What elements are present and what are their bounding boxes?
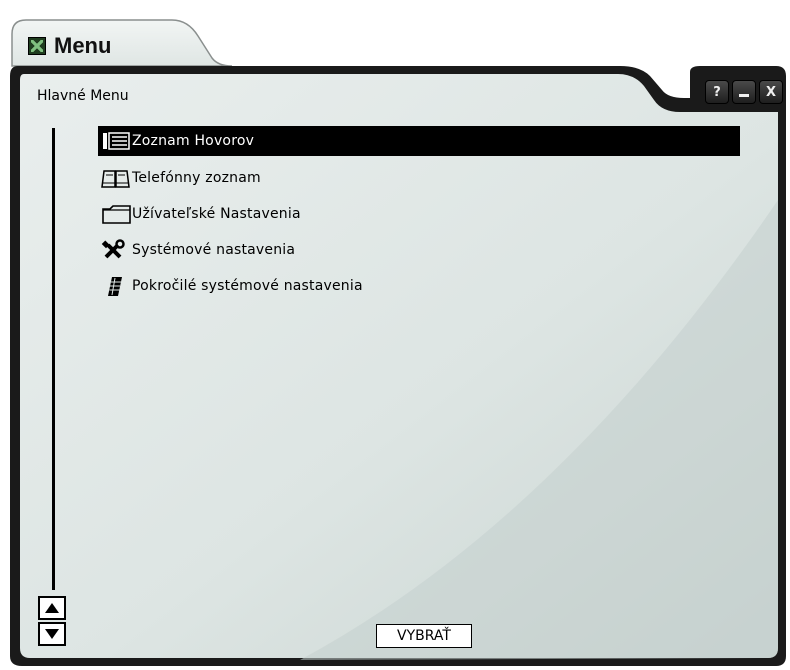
menu-item-call-list[interactable]: Zoznam Hovorov (98, 126, 740, 156)
menu-item-label: Pokročilé systémové nastavenia (132, 278, 363, 294)
menu-item-label: Telefónny zoznam (132, 170, 261, 186)
minimize-icon (739, 94, 749, 97)
menu-item-user-settings[interactable]: Užívateľské Nastavenia (98, 200, 740, 228)
menu-item-phonebook[interactable]: Telefónny zoznam (98, 164, 740, 192)
window-title: Menu (54, 33, 112, 58)
close-icon: X (765, 84, 777, 100)
menu-item-label: Zoznam Hovorov (132, 133, 255, 149)
phonebook-icon (100, 167, 132, 189)
menu-item-system-settings[interactable]: Systémové nastavenia (98, 236, 740, 264)
help-icon: ? (713, 84, 721, 100)
call-list-icon (100, 130, 132, 152)
minimize-button[interactable] (732, 80, 756, 104)
app-icon (28, 37, 46, 55)
menu-item-advanced-settings[interactable]: Pokročilé systémové nastavenia (98, 272, 740, 300)
arrow-down-icon (45, 629, 59, 639)
scrollbar-track[interactable] (52, 128, 55, 590)
main-menu-list: Zoznam Hovorov Telefónny zoznam Užívateľ… (98, 126, 740, 308)
close-button[interactable]: X (759, 80, 783, 104)
keypad-icon (100, 275, 132, 297)
menu-item-label: Systémové nastavenia (132, 242, 296, 258)
arrow-up-icon (45, 603, 59, 613)
menu-item-label: Užívateľské Nastavenia (132, 206, 301, 222)
menu-window: Menu Hlavné Menu ? X Zoznam Hovorov Tele… (0, 0, 790, 670)
window-tab[interactable]: Menu (28, 32, 111, 60)
panel-title: Hlavné Menu (37, 88, 129, 104)
scroll-up-button[interactable] (38, 596, 66, 620)
folder-icon (100, 203, 132, 225)
tools-icon (100, 239, 132, 261)
select-button[interactable]: VYBRAŤ (376, 624, 472, 648)
help-button[interactable]: ? (705, 80, 729, 104)
scroll-down-button[interactable] (38, 622, 66, 646)
